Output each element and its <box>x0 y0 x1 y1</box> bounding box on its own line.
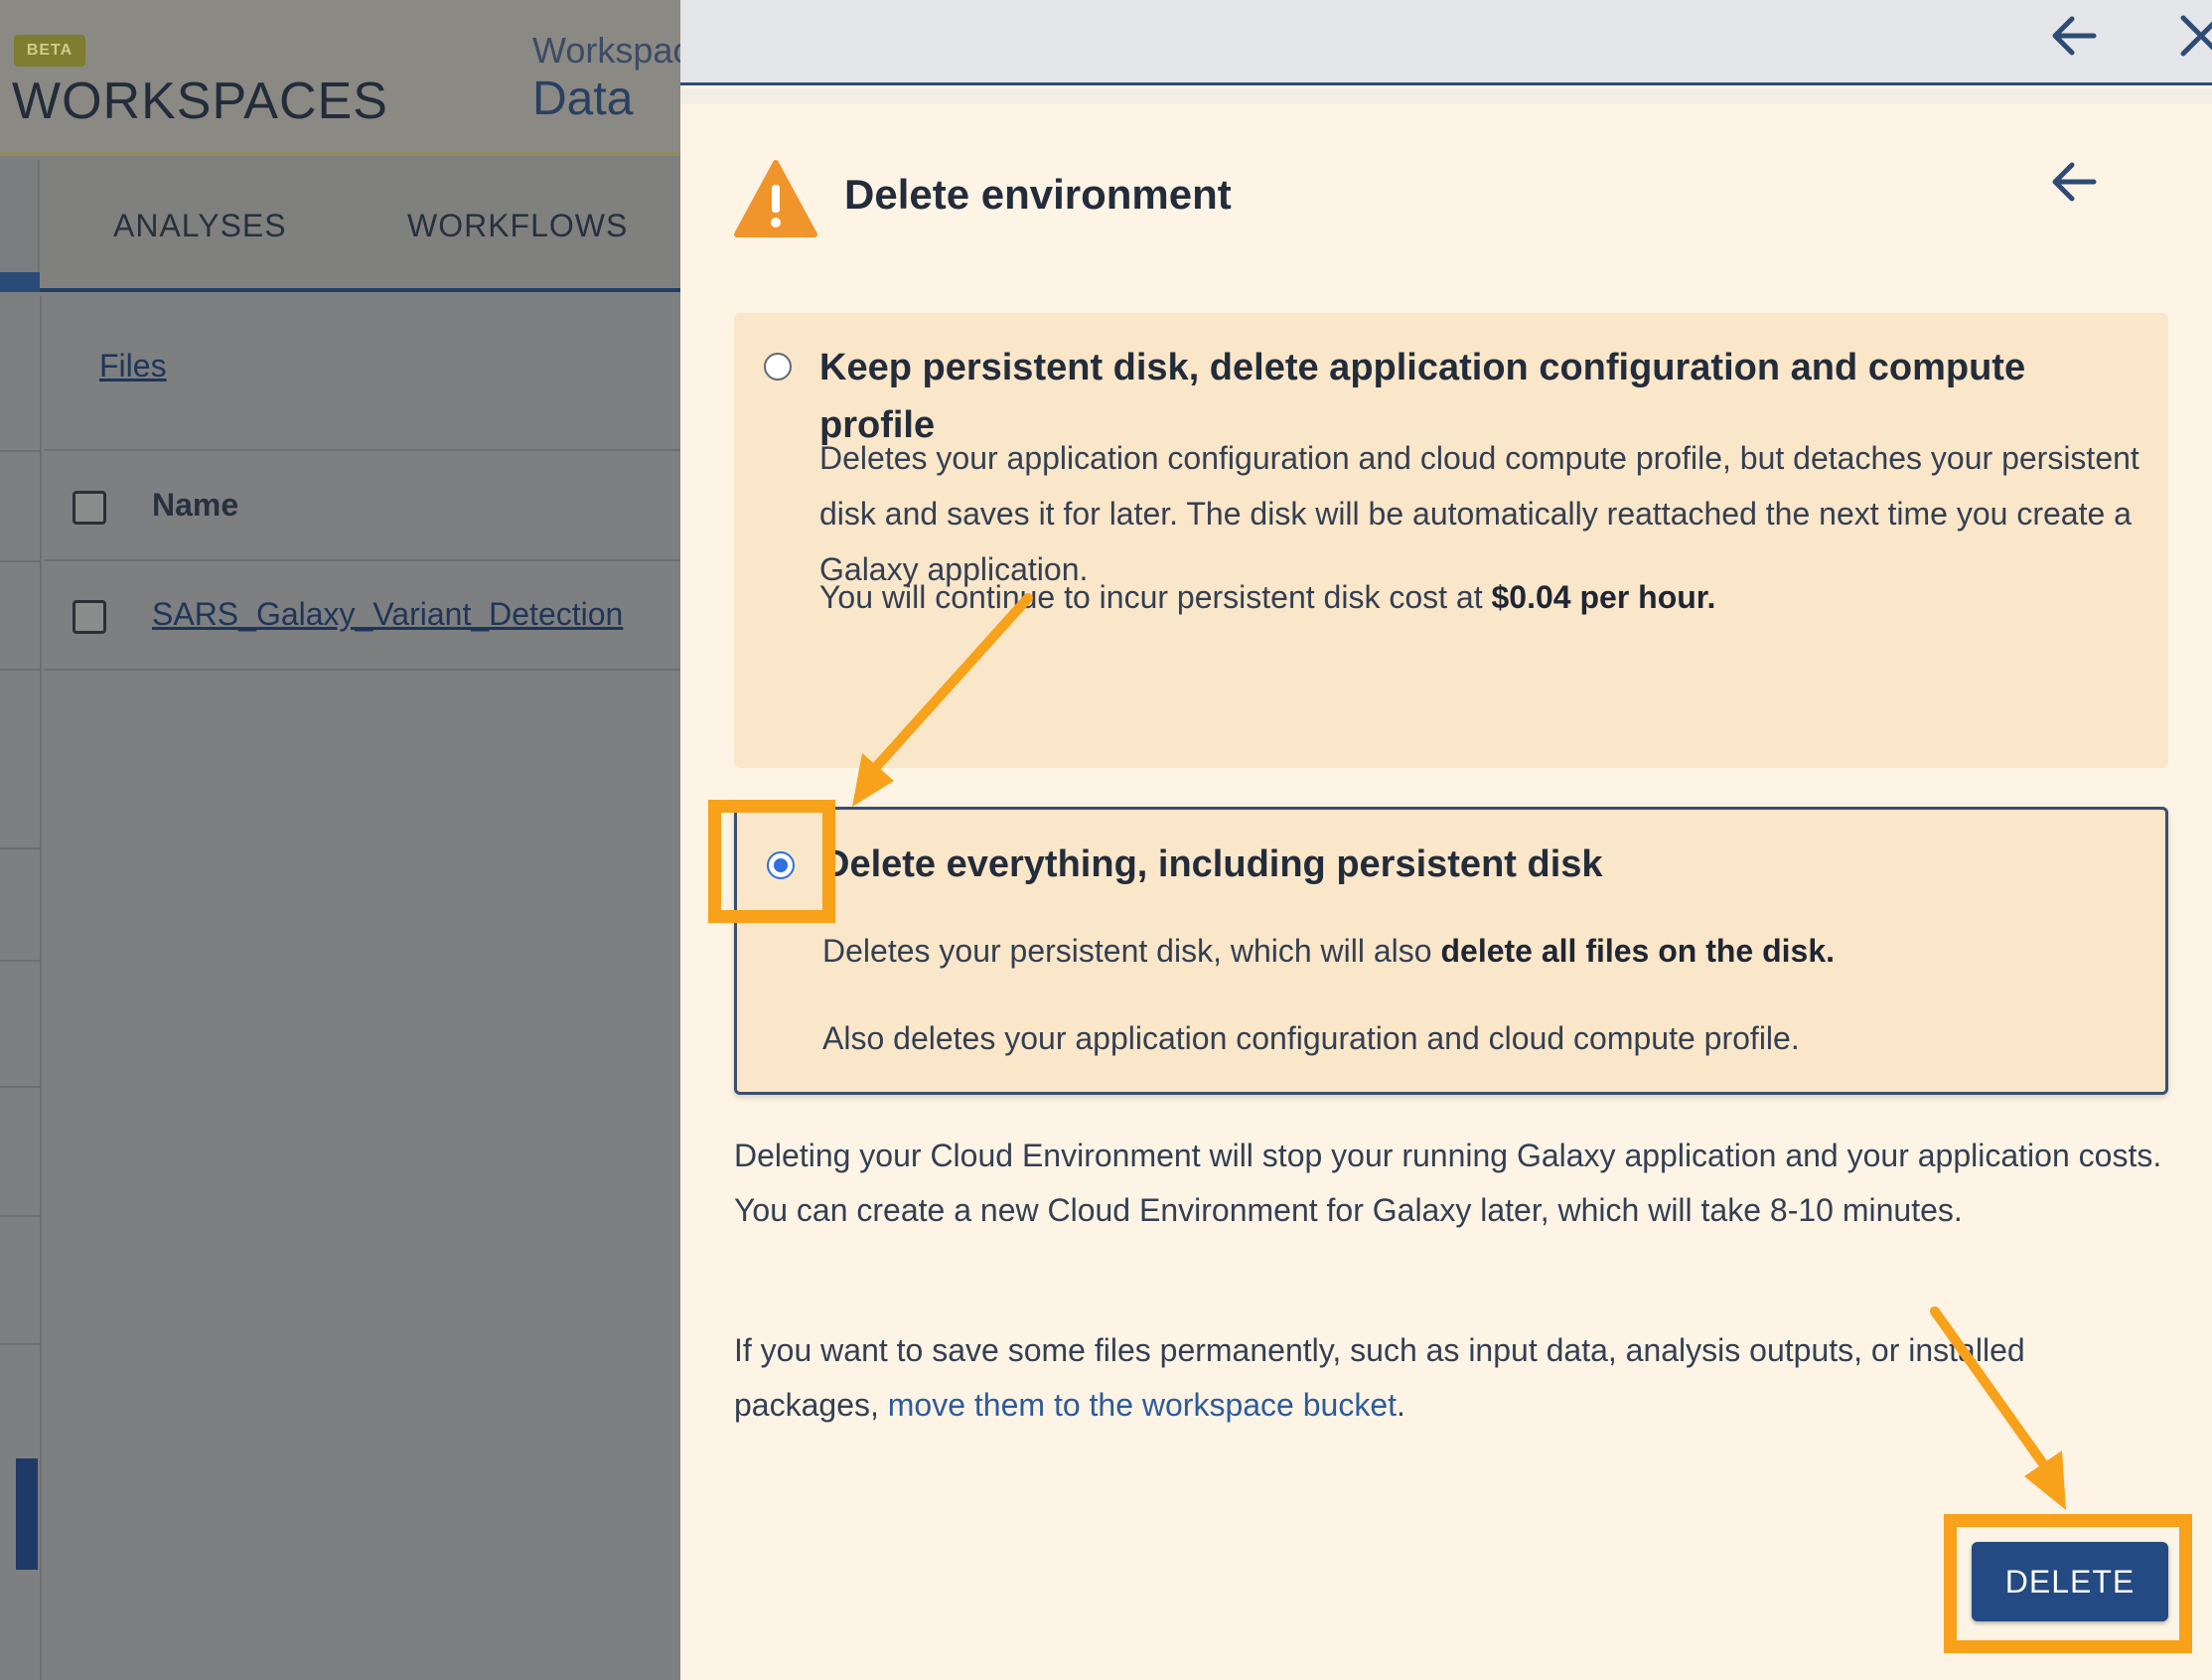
workspace-label: Workspac <box>532 30 680 71</box>
tabs-left-bar <box>0 160 40 292</box>
tab-analyses[interactable]: ANALYSES <box>113 208 287 244</box>
brand-logo-text[interactable]: WORKSPACES <box>12 72 388 131</box>
description-bold: delete all files on the disk. <box>1440 933 1836 969</box>
workspace-tabs: ANALYSES WORKFLOWS <box>0 160 680 292</box>
option-description-2: Also deletes your application configurat… <box>822 1020 1800 1056</box>
workspace-name[interactable]: Data <box>532 72 633 126</box>
select-all-checkbox[interactable] <box>73 491 106 525</box>
side-divider <box>0 1343 40 1345</box>
workspace-background: BETA WORKSPACES Workspac Data ANALYSES W… <box>0 0 680 1680</box>
row-checkbox[interactable] <box>73 600 106 634</box>
option-description: Deletes your persistent disk, which will… <box>822 923 2153 979</box>
tab-workflows[interactable]: WORKFLOWS <box>407 208 628 244</box>
save-files-paragraph: If you want to save some files permanent… <box>734 1323 2164 1433</box>
top-bar-shadow <box>680 88 2212 104</box>
radio-keep-disk[interactable] <box>764 353 792 381</box>
table-divider <box>44 449 680 451</box>
file-link[interactable]: SARS_Galaxy_Variant_Detection <box>152 596 623 633</box>
side-divider <box>0 1215 40 1217</box>
cost-value: $0.04 per hour. <box>1491 579 1716 615</box>
side-divider <box>0 960 40 962</box>
option-title: Delete everything, including persistent … <box>822 843 1603 885</box>
files-breadcrumb-link[interactable]: Files <box>99 348 167 384</box>
save-files-suffix: . <box>1397 1387 1405 1423</box>
side-divider <box>0 669 40 671</box>
highlight-box-delete <box>1944 1514 2192 1653</box>
drawer-top-bar <box>680 0 2212 85</box>
beta-badge: BETA <box>14 35 85 67</box>
side-column <box>0 296 42 1680</box>
side-divider <box>0 847 40 849</box>
side-divider <box>0 560 40 562</box>
info-paragraph: Deleting your Cloud Environment will sto… <box>734 1138 2162 1228</box>
table-divider <box>44 559 680 561</box>
workspace-header: BETA WORKSPACES Workspac Data <box>0 0 680 156</box>
table-divider <box>44 669 680 671</box>
side-divider <box>0 450 40 452</box>
option-keep-persistent-disk[interactable]: Keep persistent disk, delete application… <box>734 313 2168 768</box>
back-arrow-icon[interactable] <box>2046 8 2102 69</box>
drawer-title: Delete environment <box>844 171 1232 218</box>
cost-note-text: You will continue to incur persistent di… <box>819 579 1492 615</box>
option-delete-everything[interactable]: Delete everything, including persistent … <box>734 807 2168 1095</box>
side-divider <box>0 1086 40 1088</box>
close-icon[interactable] <box>2175 10 2212 67</box>
option-cost-note: You will continue to incur persistent di… <box>819 569 2150 625</box>
side-nav-indicator <box>16 1458 38 1570</box>
back-arrow-icon[interactable] <box>2046 154 2102 215</box>
highlight-box-radio <box>708 800 835 923</box>
column-header-name[interactable]: Name <box>152 487 238 524</box>
description-text: Deletes your persistent disk, which will… <box>822 933 1441 969</box>
warning-icon <box>734 159 817 243</box>
delete-environment-drawer: Delete environment Keep persistent disk,… <box>680 0 2212 1680</box>
workspace-bucket-link[interactable]: move them to the workspace bucket <box>888 1387 1397 1423</box>
